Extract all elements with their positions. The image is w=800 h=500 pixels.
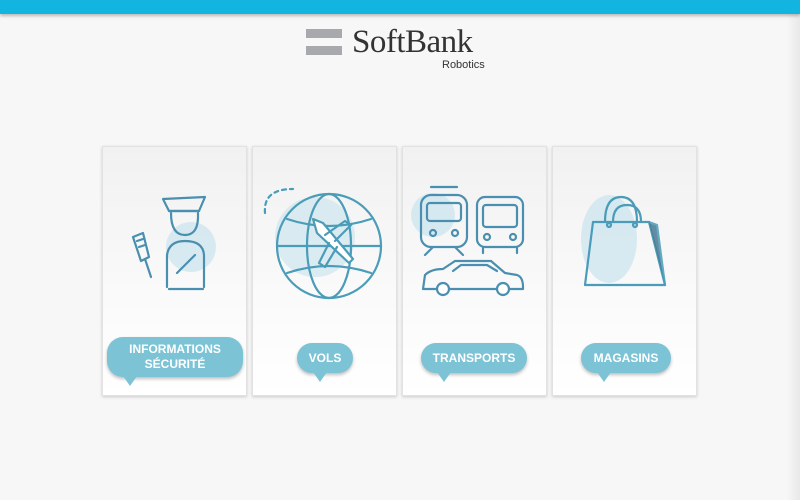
softbank-robotics-logo: SoftBank Robotics xyxy=(304,24,504,76)
menu-label-transports: TRANSPORTS xyxy=(421,343,527,382)
card-magasins[interactable]: MAGASINS xyxy=(552,146,697,396)
card-informations-securite[interactable]: INFORMATIONS SÉCURITÉ xyxy=(102,146,247,396)
train-bus-car-icon xyxy=(411,185,525,297)
logo-bars-icon xyxy=(306,29,342,57)
top-accent-bar xyxy=(0,0,800,14)
menu-label-vols: VOLS xyxy=(297,343,353,382)
security-officer-icon xyxy=(131,195,216,291)
card-transports[interactable]: TRANSPORTS xyxy=(402,146,547,396)
menu-label-informations-securite: INFORMATIONS SÉCURITÉ xyxy=(107,337,243,386)
airplane-globe-icon xyxy=(263,187,383,300)
shopping-bag-icon xyxy=(581,195,667,287)
logo-name: SoftBank xyxy=(352,24,473,60)
card-vols[interactable]: VOLS xyxy=(252,146,397,396)
menu-label-magasins: MAGASINS xyxy=(581,343,671,382)
logo-subtitle: Robotics xyxy=(442,59,485,71)
side-edge-shadow xyxy=(786,14,800,500)
